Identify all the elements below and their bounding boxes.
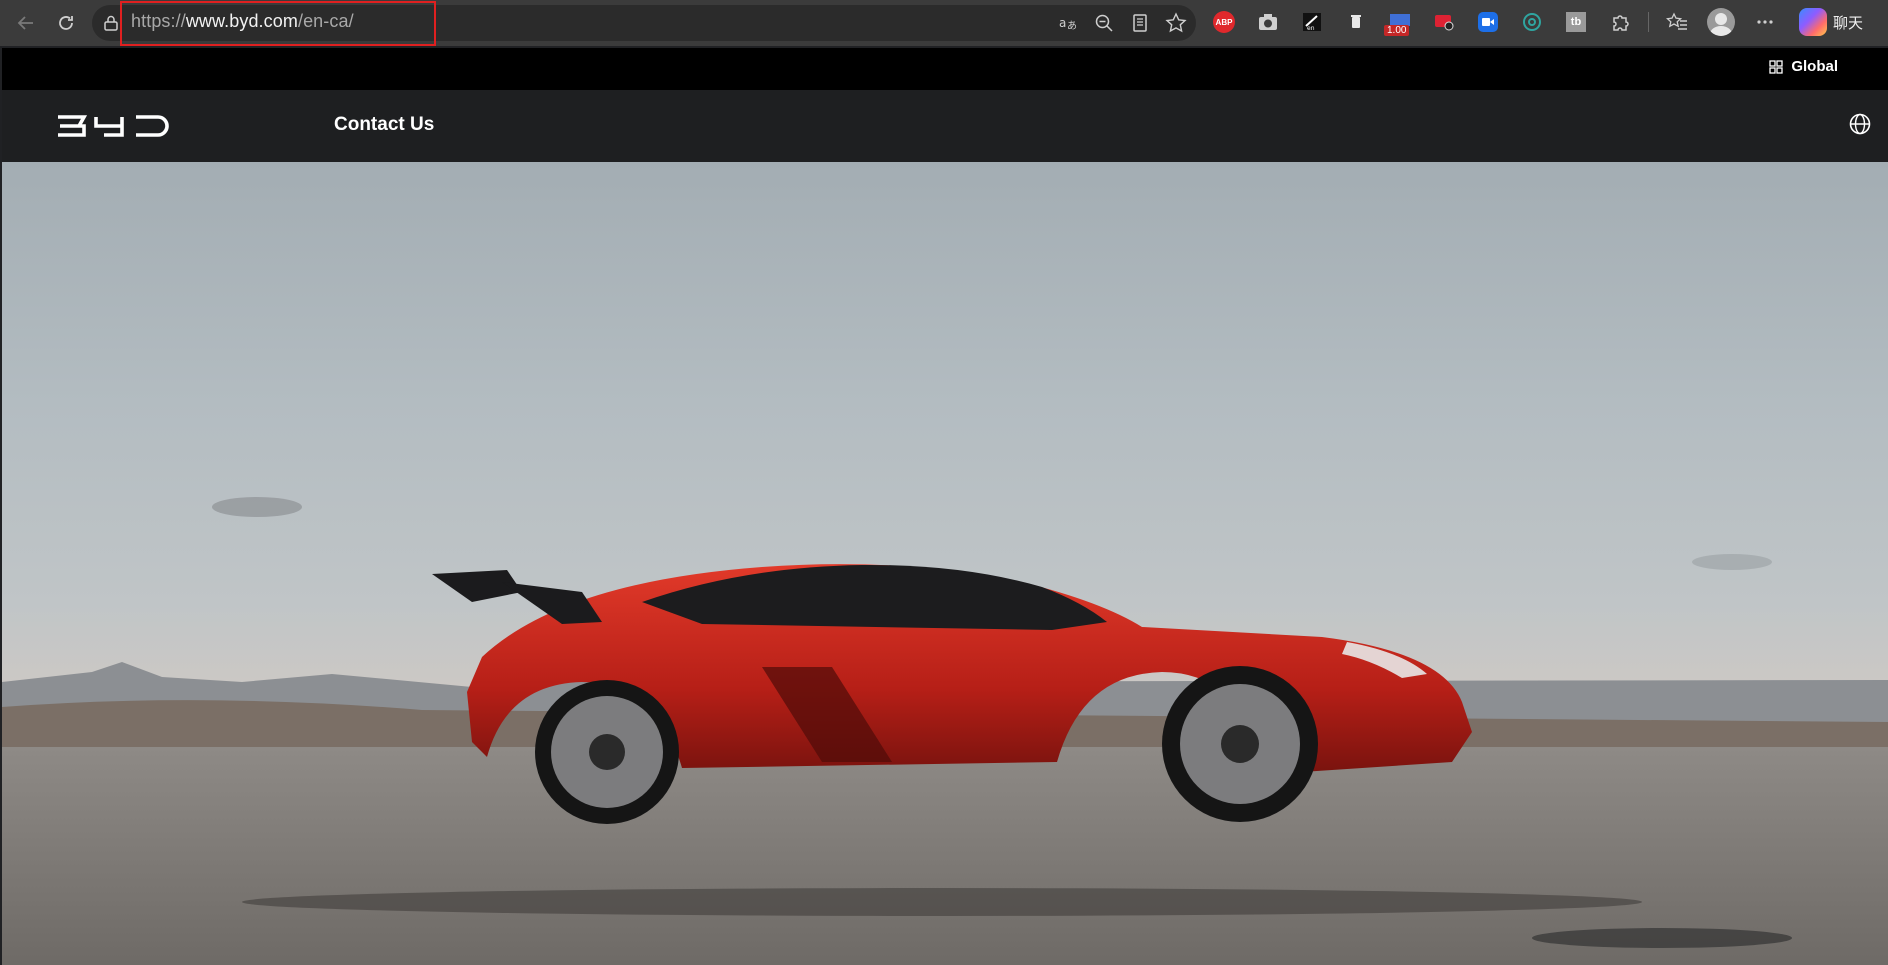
trash-icon (1351, 15, 1361, 28)
puzzle-icon (1613, 15, 1629, 31)
extensions-menu-button[interactable] (1604, 6, 1636, 38)
copilot-chat-button[interactable]: 聊天 (1799, 8, 1863, 36)
translate-icon[interactable]: aあ (1056, 11, 1080, 35)
favorite-star-icon[interactable] (1164, 11, 1188, 35)
url-text[interactable]: https://www.byd.com/en-ca/ (131, 11, 354, 32)
site-topbar: Global (2, 48, 1888, 90)
reader-mode-icon[interactable] (1128, 11, 1152, 35)
hero-car-image (2, 497, 1888, 965)
grid-icon (1769, 59, 1783, 74)
ai-extension[interactable] (1516, 6, 1548, 38)
meeting-extension[interactable] (1472, 6, 1504, 38)
back-button[interactable] (8, 5, 44, 41)
global-site-link[interactable]: Global (1769, 58, 1838, 75)
speed-badge: 1.00 (1384, 25, 1410, 36)
more-dots-icon (1757, 20, 1773, 24)
adblock-icon: ABP (1213, 11, 1235, 33)
web-page: Global Contact Us (2, 48, 1888, 965)
copilot-icon (1799, 8, 1827, 36)
zoom-out-icon[interactable] (1092, 11, 1116, 35)
favorites-list-icon (1666, 12, 1687, 30)
hero-banner[interactable] (2, 162, 1888, 965)
tb-extension[interactable]: tb (1560, 6, 1592, 38)
svg-text:en: en (1307, 25, 1315, 32)
video-call-icon (1478, 12, 1498, 32)
favorites-button[interactable] (1661, 6, 1693, 38)
camera-extension[interactable] (1252, 6, 1284, 38)
record-extension[interactable] (1428, 6, 1460, 38)
tb-icon: tb (1566, 12, 1586, 32)
copilot-label: 聊天 (1833, 14, 1864, 32)
extensions-bar: ABP en 1.00 tb 聊天 (1208, 6, 1863, 38)
arrow-left-icon (17, 16, 33, 30)
translator-extension[interactable]: en (1296, 6, 1328, 38)
avatar (1707, 8, 1735, 36)
adblock-extension[interactable]: ABP (1208, 6, 1240, 38)
refresh-icon (59, 16, 73, 30)
global-label: Global (1791, 58, 1838, 75)
svg-text:あ: あ (1067, 20, 1077, 32)
openai-icon (1523, 13, 1541, 31)
more-menu-button[interactable] (1749, 6, 1781, 38)
site-navbar: Contact Us (2, 90, 1888, 162)
lock-icon[interactable] (102, 14, 120, 32)
translator-icon: en (1303, 13, 1321, 32)
cleaner-extension[interactable] (1340, 6, 1372, 38)
video-speed-extension[interactable]: 1.00 (1384, 6, 1416, 38)
globe-icon (1849, 113, 1871, 135)
browser-toolbar: aあ https://www.byd.com/en-ca/ ABP en 1.0… (0, 0, 1888, 46)
svg-text:a: a (1059, 16, 1066, 30)
toolbar-divider (1648, 12, 1649, 32)
refresh-button[interactable] (48, 5, 84, 41)
language-selector[interactable] (1848, 112, 1872, 141)
profile-button[interactable] (1705, 6, 1737, 38)
contact-us-link[interactable]: Contact Us (334, 114, 434, 136)
record-icon (1435, 15, 1454, 31)
byd-logo[interactable] (56, 114, 170, 143)
camera-icon (1259, 14, 1277, 30)
